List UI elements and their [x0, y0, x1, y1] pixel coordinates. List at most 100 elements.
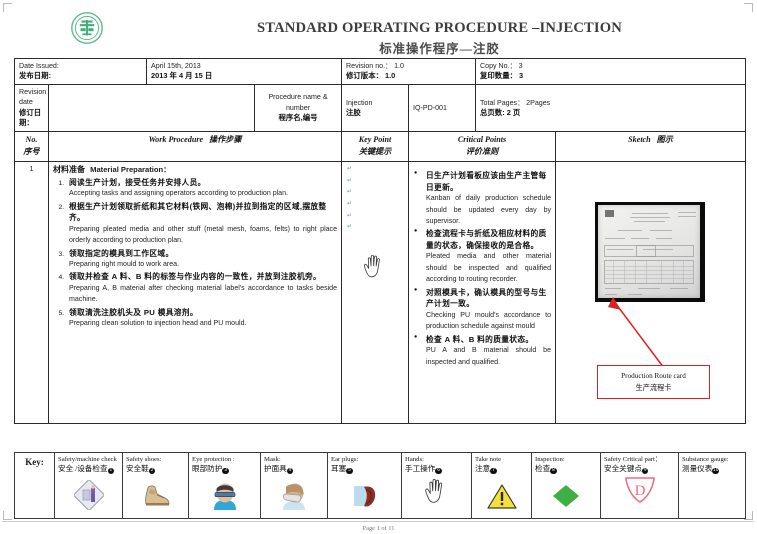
legend-label-cn: 眼部防护 3: [192, 464, 257, 475]
col-header-sketch-cn: 图示: [656, 135, 673, 145]
hands-icon: [362, 254, 388, 287]
copy-no-en: Copy No.： 3: [480, 62, 523, 70]
total-pages-cn: 总页数: 2 页: [480, 107, 521, 117]
procedure-value-cell: Injection 注胶: [341, 84, 410, 133]
col-header-sketch-line: Sketch 图示: [560, 134, 741, 146]
col-header-critical-points: Critical Points 评价准则: [408, 131, 557, 163]
list-item: 领取清洗注胶机头及 PU 模具溶剂。 Preparing clean solut…: [66, 307, 337, 330]
procedure-value-cn: 注胶: [346, 107, 361, 117]
legend-label-cn: 测量仪表10: [682, 464, 742, 475]
legend-number-badge: 8: [550, 467, 557, 475]
legend-cn-text: 耳塞: [331, 464, 347, 474]
legend-label-cn: 安全关键点 9: [604, 464, 675, 475]
legend-label-en: Safety Critical part：: [604, 456, 662, 463]
legend-item-hands: Hands: 手工操作 6: [401, 452, 472, 519]
col-header-no: No. 序号: [14, 131, 49, 163]
step-cn: 阅读生产计划，接受任务并安排人员。: [69, 177, 206, 187]
step-en: Preparing pleated media and other stuff …: [69, 225, 338, 245]
eye-protection-icon: [189, 482, 260, 515]
date-issued-label-cell: Date Issued: 发布日期:: [13, 57, 148, 86]
step-en: Preparing A, B material after checking m…: [69, 285, 338, 304]
legend-number-badge: 7: [490, 467, 497, 475]
legend-number-badge: 4: [286, 467, 294, 475]
legend-key-label: Key:: [14, 452, 55, 519]
sketch-callout-box: Production Route card 生产流程卡: [597, 365, 711, 400]
work-procedure-cell: 材料准备 Material Preparation： 阅读生产计划，接受任务并安…: [47, 161, 343, 425]
col-header-work-procedure-line: Work Procedure 操作步骤: [53, 134, 337, 146]
legend-cn-text: 安全关键点: [604, 464, 642, 474]
photo-paper: [598, 205, 701, 299]
legend-item-safety-shoes: Safety shoes: 安全鞋 2: [122, 452, 189, 519]
procedure-number: IQ-PD-001: [413, 103, 447, 112]
list-item: 检查 A 料、B 料的质量状态。 PU A and B material sho…: [413, 334, 551, 368]
date-issued-value-cell: April 15th, 2013 2013 年 4 月 15 日: [146, 57, 343, 86]
copy-no-cell: Copy No.： 3 复印数量： 3: [475, 57, 747, 86]
legend-cn-text: 眼部防护: [192, 464, 223, 474]
legend-label-cn: 手工操作 6: [405, 464, 468, 475]
list-item: 领取并检查 A 料、B 料的标签与作业内容的一致性，并放到注胶机旁。 Prepa…: [66, 271, 337, 305]
step-en: Preparing right mould to work area.: [69, 261, 180, 269]
info-row-issue: Date Issued: 发布日期: April 15th, 2013 2013…: [13, 57, 747, 86]
warning-triangle-icon: [472, 482, 531, 515]
safety-shoes-icon: [123, 482, 188, 515]
revision-date-label-cell: Revision date 修订日期：: [14, 84, 49, 133]
legend-cn-text: 安全鞋: [126, 464, 149, 474]
list-item: 领取指定的模具到工作区域。 Preparing right mould to w…: [66, 248, 337, 271]
legend-row: Key: Safety/machine check 安全 /设备检查 1 Safe…: [14, 452, 746, 519]
crop-mark-top-right: [744, 3, 753, 12]
legend-label-cn: 安全 /设备检查 1: [58, 464, 119, 475]
section-title-en: Material Preparation：: [90, 165, 171, 175]
date-issued-value-en: April 15th, 2013: [151, 62, 201, 70]
company-logo-icon: [70, 11, 104, 45]
section-title-cn: 材料准备: [53, 165, 85, 175]
revision-date-label-en1: Revision: [19, 88, 47, 97]
mask-icon: [261, 482, 327, 515]
col-header-work-procedure-cn: 操作步骤: [209, 135, 242, 145]
critical-cn: 检查流程卡与折纸及相应材料的质量的状态，确保接收的是合格。: [426, 229, 547, 250]
revision-date-value-cell: [47, 84, 256, 133]
step-cn: 领取指定的模具到工作区域。: [69, 248, 174, 258]
section-title: 材料准备 Material Preparation：: [53, 164, 337, 176]
critical-en: Pleated media and other material should …: [426, 253, 552, 284]
step-cn: 领取清洗注胶机头及 PU 模具溶剂。: [69, 307, 198, 317]
sop-table: Date Issued: 发布日期: April 15th, 2013 2013…: [13, 57, 747, 425]
legend-label-cn: 安全鞋 2: [126, 464, 185, 475]
revision-no-cell: Revision no.： 1.0 修订版本： 1.0: [341, 57, 477, 86]
safety-machine-check-icon: [55, 478, 122, 515]
col-header-work-procedure-en: Work Procedure: [148, 135, 204, 145]
document-titles: STANDARD OPERATING PROCEDURE –INJECTION …: [134, 20, 745, 57]
legend-label-en: Safety shoes:: [126, 456, 162, 463]
legend-number-badge: 6: [435, 467, 442, 475]
revision-no-en: Revision no.： 1.0: [346, 62, 404, 70]
key-point-blank-marks: ↵ ↵ ↵ ↵ ↵ ↵: [347, 166, 353, 231]
crop-mark-top-left: [3, 3, 12, 12]
legend-item-inspection: Inspection: 检查 8: [531, 452, 601, 519]
ear-plugs-icon: [328, 482, 401, 515]
row-number-cell: 1: [14, 161, 49, 425]
step-en: Preparing clean solution to injection he…: [69, 320, 247, 328]
legend-cn-text: 注意: [475, 464, 491, 474]
critical-en: Kanban of daily production schedule shou…: [426, 195, 552, 225]
legend-label-en: Safety/machine check: [58, 456, 117, 463]
sketch-cell: Production Route card 生产流程卡: [555, 161, 747, 425]
legend-label-en: Substance gauge:: [682, 456, 729, 463]
legend-item-substance-gauge: Substance gauge: 测量仪表10: [678, 452, 746, 519]
date-issued-label-cn: 发布日期:: [19, 71, 52, 81]
procedure-name-label-cn: 程序名,编号: [278, 112, 318, 122]
legend-label-en: Eye protection :: [192, 456, 235, 463]
legend-item-mask: Mask: 护面具 4: [260, 452, 328, 519]
copy-no-cn: 复印数量： 3: [480, 71, 524, 81]
legend-number-badge: 5: [346, 467, 353, 475]
procedure-name-label-cell: Procedure name & number 程序名,编号: [254, 84, 343, 133]
col-header-no-en: No.: [25, 135, 38, 145]
legend-number-badge: 9: [641, 467, 649, 475]
legend-label-en: Ear plugs:: [331, 456, 359, 463]
critical-cn: 检查 A 料、B 料的质量状态。: [426, 334, 534, 344]
list-item: 检查流程卡与折纸及相应材料的质量的状态，确保接收的是合格。 Pleated me…: [413, 228, 551, 285]
revision-date-label-en2: date: [19, 98, 33, 107]
revision-no-cn: 修订版本： 1.0: [346, 71, 396, 81]
procedure-row: 1 材料准备 Material Preparation： 阅读生产计划，接受任务…: [14, 161, 747, 425]
procedure-number-cell: IQ-PD-001: [408, 84, 477, 133]
legend-item-take-note: Take note 注意 7: [471, 452, 532, 519]
total-pages-en: Total Pages： 2Pages: [480, 98, 551, 107]
